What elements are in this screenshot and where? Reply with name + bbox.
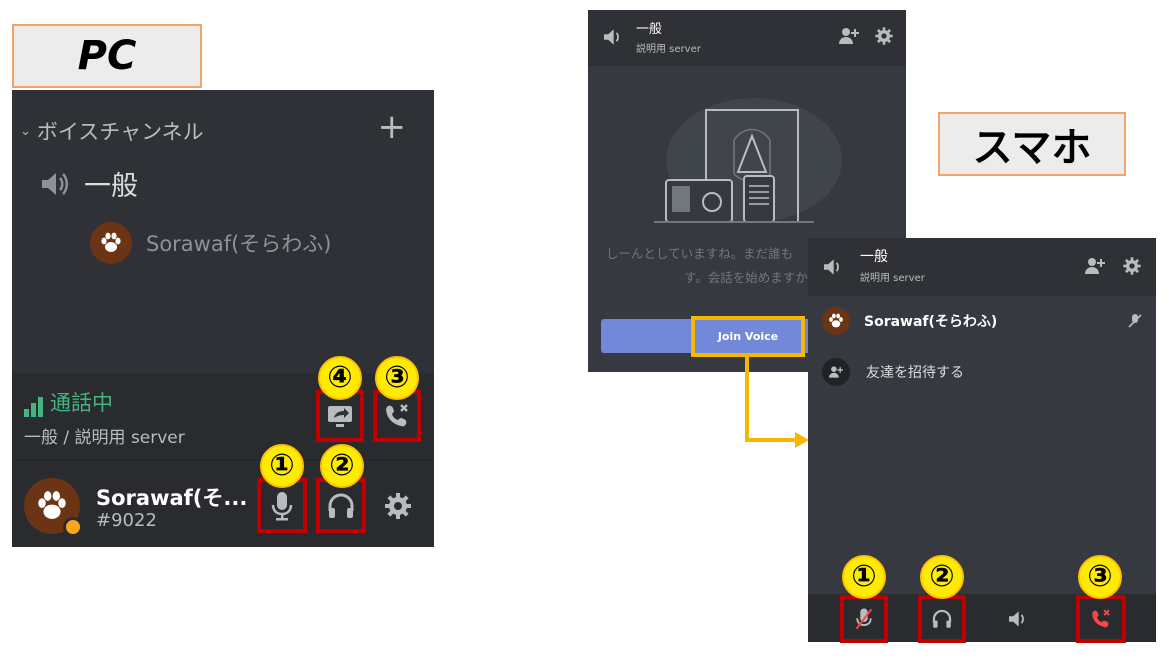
- user-panel: Sorawaf(そ... #9022: [12, 462, 434, 547]
- phone-deafen-button[interactable]: [918, 595, 966, 643]
- empty-voice-illustration: [654, 98, 842, 223]
- gear-icon[interactable]: [874, 26, 894, 46]
- user-avatar[interactable]: [24, 478, 83, 537]
- annotation-badge-3: ③: [1078, 555, 1122, 599]
- annotation-badge-2: ②: [920, 555, 964, 599]
- muted-mic-icon: [1128, 313, 1142, 329]
- phone-mute-button[interactable]: [840, 595, 888, 643]
- screen-share-icon: [328, 406, 352, 427]
- signal-bars-icon: [24, 397, 43, 417]
- voice-channel-general[interactable]: 一般: [40, 164, 138, 203]
- speaker-icon: [40, 171, 70, 197]
- annotation-badge-1: ①: [842, 555, 886, 599]
- annotation-badge-2: ②: [320, 444, 364, 488]
- pc-label: PC: [12, 24, 202, 88]
- speaker-button[interactable]: [1003, 604, 1033, 634]
- phone-header: 一般 説明用 server: [808, 238, 1156, 296]
- annotation-badge-3: ③: [375, 356, 419, 400]
- channel-title: 一般: [860, 249, 888, 265]
- member-name: Sorawaf(そらわふ): [146, 232, 332, 256]
- phone-disconnect-button[interactable]: [1076, 595, 1126, 643]
- server-subtitle: 説明用 server: [636, 44, 701, 55]
- gear-icon[interactable]: [1122, 256, 1142, 276]
- speaker-icon: [602, 28, 624, 46]
- headphones-icon: [932, 609, 952, 628]
- voice-member[interactable]: Sorawaf(そらわふ): [822, 307, 997, 335]
- connected-label[interactable]: 通話中: [50, 387, 113, 417]
- settings-button[interactable]: [378, 486, 418, 526]
- annotation-badge-4: ④: [318, 356, 362, 400]
- muted-microphone-icon: [855, 608, 873, 630]
- paw-avatar: [90, 222, 132, 264]
- voice-member[interactable]: Sorawaf(そらわふ): [90, 222, 332, 264]
- add-member-icon[interactable]: [1084, 256, 1106, 276]
- paw-icon: [101, 232, 121, 252]
- add-channel-button[interactable]: +: [378, 110, 407, 144]
- smartphone-label: スマホ: [938, 112, 1126, 176]
- voice-status-panel: 通話中 一般 / 説明用 server: [12, 373, 434, 461]
- speaker-icon: [822, 258, 844, 276]
- headphones-icon: [328, 493, 354, 518]
- paw-icon: [829, 313, 843, 328]
- phone-header: 一般 説明用 server: [588, 10, 906, 66]
- idle-status-icon: [63, 517, 83, 537]
- channel-server-label: 一般 / 説明用 server: [24, 428, 185, 448]
- phone-disconnect-icon: [1092, 609, 1110, 628]
- server-subtitle: 説明用 server: [860, 273, 925, 284]
- microphone-icon: [271, 491, 293, 520]
- add-member-icon: [822, 358, 850, 386]
- join-voice-button[interactable]: Join Voice: [691, 316, 805, 357]
- user-tag: #9022: [96, 510, 157, 531]
- username: Sorawaf(そ...: [96, 486, 248, 510]
- invite-label: 友達を招待する: [866, 365, 964, 381]
- add-member-icon[interactable]: [838, 26, 860, 46]
- voice-category-label: ボイスチャンネル: [36, 120, 204, 144]
- pc-discord-panel: ⌄ ボイスチャンネル + 一般 Sorawaf(そらわふ) 通話中 一般 / 説…: [12, 90, 434, 547]
- channel-title: 一般: [636, 22, 663, 37]
- voice-category-header[interactable]: ⌄ ボイスチャンネル: [20, 116, 204, 146]
- arrow-icon: [745, 356, 809, 448]
- gear-icon: [385, 493, 411, 519]
- member-name: Sorawaf(そらわふ): [864, 314, 998, 330]
- invite-friends-row[interactable]: 友達を招待する: [822, 358, 964, 386]
- paw-avatar: [822, 307, 850, 335]
- phone-disconnect-icon: [386, 404, 408, 427]
- connection-status: 通話中: [24, 387, 113, 417]
- channel-name: 一般: [84, 171, 138, 202]
- speaker-icon: [1009, 611, 1024, 627]
- annotation-badge-1: ①: [260, 444, 304, 488]
- chevron-down-icon: ⌄: [20, 123, 31, 139]
